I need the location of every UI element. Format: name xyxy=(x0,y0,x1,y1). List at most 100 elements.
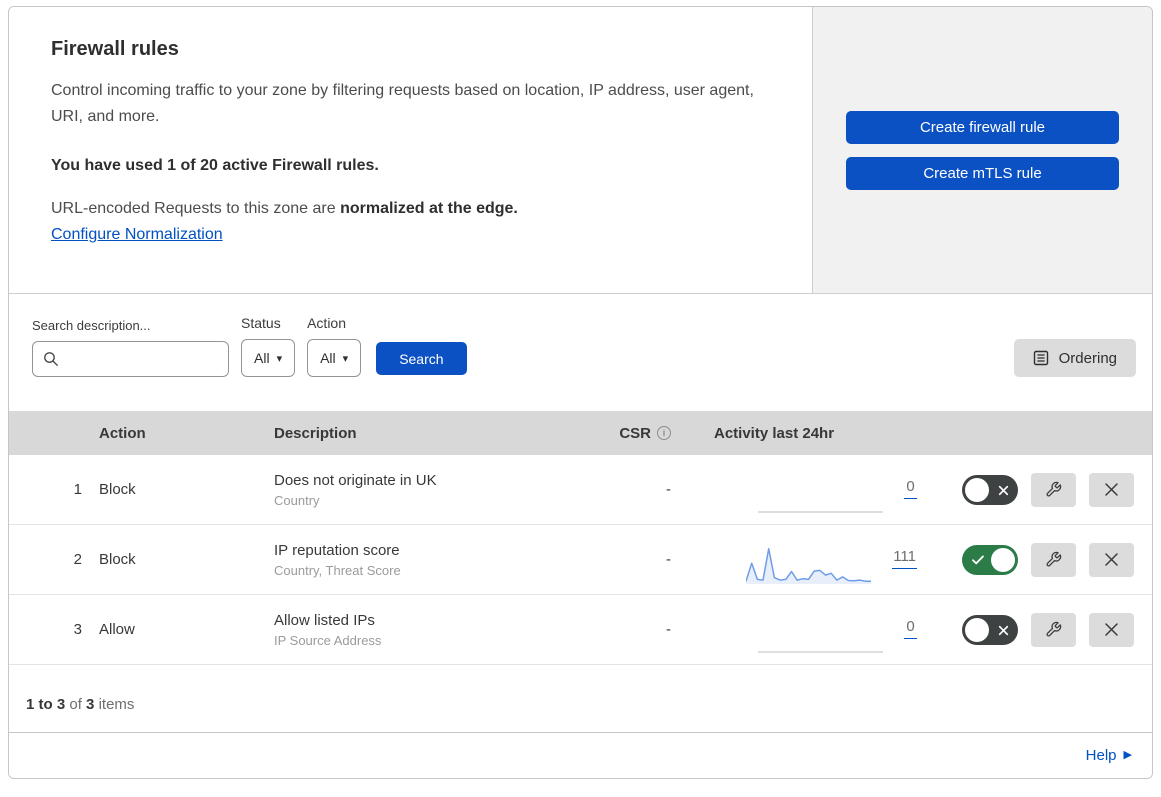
x-icon xyxy=(998,485,1009,496)
rule-csr: - xyxy=(666,621,671,638)
toggle-knob xyxy=(991,547,1015,572)
edit-rule-button[interactable] xyxy=(1031,542,1076,577)
check-icon xyxy=(972,555,984,565)
pagination-items: items xyxy=(98,696,135,713)
rule-fields: Country xyxy=(274,492,320,508)
toggle-knob xyxy=(965,477,989,502)
info-icon[interactable]: i xyxy=(657,426,671,440)
help-link[interactable]: Help ▶ xyxy=(1086,747,1132,764)
page-title: Firewall rules xyxy=(51,38,179,60)
activity-sparkline xyxy=(746,547,872,584)
firewall-rules-card: Firewall rules Control incoming traffic … xyxy=(8,6,1153,779)
filter-bar: Search description... Status All ▾ Actio… xyxy=(9,294,1152,411)
table-row: 2 Block IP reputation score Country, Thr… xyxy=(9,525,1152,595)
activity-count-link[interactable]: 0 xyxy=(904,478,917,499)
rule-priority: 1 xyxy=(73,481,82,498)
activity-count-link[interactable]: 111 xyxy=(892,548,917,569)
rule-description: Does not originate in UK xyxy=(274,471,437,489)
rule-controls-cell xyxy=(917,612,1152,647)
pagination-of: of xyxy=(69,696,82,713)
hero-text-panel: Firewall rules Control incoming traffic … xyxy=(9,7,813,293)
hero-actions-panel: Create firewall rule Create mTLS rule xyxy=(813,7,1152,293)
rule-description: Allow listed IPs xyxy=(274,611,375,629)
edit-rule-button[interactable] xyxy=(1031,612,1076,647)
activity-count-link[interactable]: 0 xyxy=(904,618,917,639)
edit-rule-button[interactable] xyxy=(1031,472,1076,507)
configure-normalization-link[interactable]: Configure Normalization xyxy=(51,226,223,244)
rule-fields: Country, Threat Score xyxy=(274,562,401,578)
delete-rule-button[interactable] xyxy=(1089,612,1134,647)
close-icon xyxy=(1104,552,1119,567)
normalization-note-regular: URL-encoded Requests to this zone are xyxy=(51,199,341,217)
normalization-note-bold: normalized at the edge. xyxy=(340,199,518,217)
ordering-list-icon xyxy=(1033,350,1049,366)
activity-sparkline xyxy=(758,511,883,512)
ordering-button-label: Ordering xyxy=(1058,349,1117,367)
x-icon xyxy=(998,625,1009,636)
create-mtls-rule-button[interactable]: Create mTLS rule xyxy=(846,156,1119,190)
rule-activity-cell: 111 xyxy=(677,534,917,586)
search-label: Search description... xyxy=(32,318,151,333)
rule-description-cell: Allow listed IPs IP Source Address xyxy=(274,612,587,648)
search-icon xyxy=(43,351,59,367)
rule-description: IP reputation score xyxy=(274,541,400,559)
rule-action: Allow xyxy=(99,621,135,638)
pagination-total: 3 xyxy=(86,696,95,713)
table-header: Action Description CSR i Activity last 2… xyxy=(9,411,1152,455)
rule-csr: - xyxy=(666,551,671,568)
table-pagination-summary: 1 to 3 of 3 items xyxy=(9,665,1152,733)
rule-activity-cell: 0 xyxy=(677,604,917,656)
rule-controls-cell xyxy=(917,542,1152,577)
rule-enabled-toggle[interactable] xyxy=(962,614,1018,645)
table-row: 1 Block Does not originate in UK Country… xyxy=(9,455,1152,525)
arrow-right-icon: ▶ xyxy=(1123,749,1132,761)
status-filter-group: Status All ▾ xyxy=(241,315,296,377)
action-column-header: Action xyxy=(99,424,146,442)
status-label: Status xyxy=(241,315,281,331)
close-icon xyxy=(1104,622,1119,637)
rule-action: Block xyxy=(99,481,136,498)
activity-sparkline xyxy=(758,651,883,652)
rule-priority: 2 xyxy=(73,551,82,568)
rule-csr: - xyxy=(666,481,671,498)
help-bar: Help ▶ xyxy=(9,733,1152,778)
toggle-knob xyxy=(965,617,989,642)
rule-description-cell: Does not originate in UK Country xyxy=(274,472,587,508)
ordering-button[interactable]: Ordering xyxy=(1013,339,1136,377)
rule-action: Block xyxy=(99,551,136,568)
rule-enabled-toggle[interactable] xyxy=(962,474,1018,505)
chevron-down-icon: ▾ xyxy=(342,352,349,365)
rule-fields: IP Source Address xyxy=(274,632,382,648)
action-label: Action xyxy=(307,315,347,331)
pagination-range: 1 to 3 xyxy=(26,696,66,713)
action-filter-group: Action All ▾ xyxy=(307,315,362,377)
create-firewall-rule-button[interactable]: Create firewall rule xyxy=(846,110,1119,144)
activity-column-header: Activity last 24hr xyxy=(714,424,835,442)
rule-description-cell: IP reputation score Country, Threat Scor… xyxy=(274,542,587,578)
wrench-icon xyxy=(1045,551,1062,568)
search-input-wrap xyxy=(32,341,229,377)
rule-priority: 3 xyxy=(73,621,82,638)
rule-controls-cell xyxy=(917,472,1152,507)
delete-rule-button[interactable] xyxy=(1089,472,1134,507)
action-dropdown[interactable]: All ▾ xyxy=(307,339,362,377)
csr-column-header: CSR i xyxy=(587,425,677,442)
usage-summary: You have used 1 of 20 active Firewall ru… xyxy=(51,156,379,174)
csr-column-label: CSR xyxy=(619,424,651,442)
search-button[interactable]: Search xyxy=(376,342,467,375)
page-description: Control incoming traffic to your zone by… xyxy=(51,82,754,125)
hero-section: Firewall rules Control incoming traffic … xyxy=(9,7,1152,294)
delete-rule-button[interactable] xyxy=(1089,542,1134,577)
help-link-label: Help xyxy=(1085,747,1117,764)
normalization-note: URL-encoded Requests to this zone are no… xyxy=(51,200,770,218)
status-dropdown-value: All xyxy=(254,350,270,366)
wrench-icon xyxy=(1045,621,1062,638)
status-dropdown[interactable]: All ▾ xyxy=(241,339,296,377)
wrench-icon xyxy=(1045,481,1062,498)
chevron-down-icon: ▾ xyxy=(276,352,283,365)
search-input[interactable] xyxy=(32,341,229,377)
rule-enabled-toggle[interactable] xyxy=(962,544,1018,575)
search-group: Search description... xyxy=(32,318,229,377)
table-row: 3 Allow Allow listed IPs IP Source Addre… xyxy=(9,595,1152,665)
close-icon xyxy=(1104,482,1119,497)
